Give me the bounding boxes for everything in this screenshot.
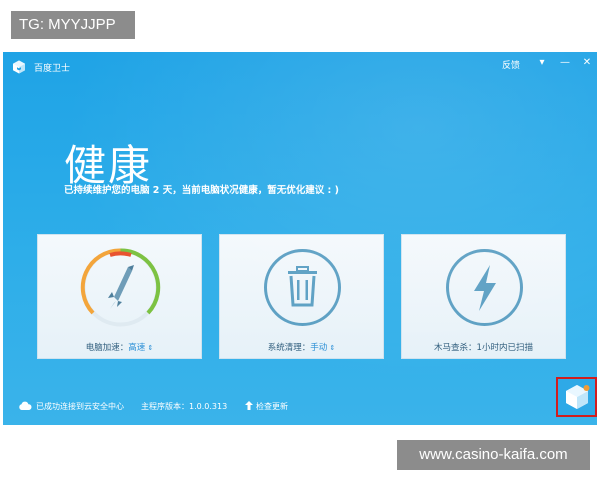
health-status-subtitle: 已持续维护您的电脑 2 天，当前电脑状况健康，暂无优化建议 : ) [64, 185, 339, 196]
update-arrow-icon[interactable] [245, 401, 253, 410]
sort-arrows-icon[interactable]: ⇕ [145, 344, 153, 352]
app-title: 百度卫士 [34, 64, 71, 74]
speedup-card[interactable]: 电脑加速：高速 ⇕ [37, 234, 202, 359]
menu-dropdown-button[interactable]: ▾ [535, 56, 549, 70]
status-footer: 已成功连接到云安全中心 主程序版本：1.0.0.313 检查更新 [3, 397, 597, 417]
scan-ring [446, 249, 523, 326]
app-window: 百度卫士 反馈 ▾ — ✕ 健康 已持续维护您的电脑 2 天，当前电脑状况健康，… [3, 52, 597, 425]
cloud-icon [19, 401, 32, 410]
trojan-scan-card[interactable]: 木马查杀：1小时内已扫描 [401, 234, 566, 359]
rocket-icon [108, 265, 134, 309]
trash-icon [288, 266, 317, 307]
watermark-top: TG: MYYJJPP [11, 11, 135, 39]
feedback-link[interactable]: 反馈 [502, 58, 520, 71]
cleanup-label: 系统清理：手动 ⇕ [267, 343, 336, 353]
close-button[interactable]: ✕ [580, 56, 594, 70]
minimize-button[interactable]: — [558, 56, 572, 70]
watermark-bottom: www.casino-kaifa.com [397, 440, 590, 470]
cube-toolbox-button[interactable] [556, 377, 597, 417]
speedup-label: 电脑加速：高速 ⇕ [85, 343, 154, 353]
speed-gauge [80, 248, 161, 327]
baidu-guard-logo-icon [13, 60, 25, 74]
title-bar: 百度卫士 反馈 ▾ — ✕ [3, 52, 597, 82]
cleanup-ring [264, 249, 341, 326]
program-version: 主程序版本：1.0.0.313 [141, 402, 228, 411]
cloud-connection-status: 已成功连接到云安全中心 [36, 402, 124, 411]
trojan-scan-label: 木马查杀：1小时内已扫描 [434, 343, 533, 353]
cube-icon [566, 385, 590, 409]
lightning-icon [474, 265, 496, 311]
check-update-link[interactable]: 检查更新 [256, 401, 288, 412]
speedup-value[interactable]: 高速 [128, 343, 145, 353]
cleanup-value[interactable]: 手动 [310, 343, 327, 353]
sort-arrows-icon[interactable]: ⇕ [327, 344, 335, 352]
cleanup-card[interactable]: 系统清理：手动 ⇕ [219, 234, 384, 359]
